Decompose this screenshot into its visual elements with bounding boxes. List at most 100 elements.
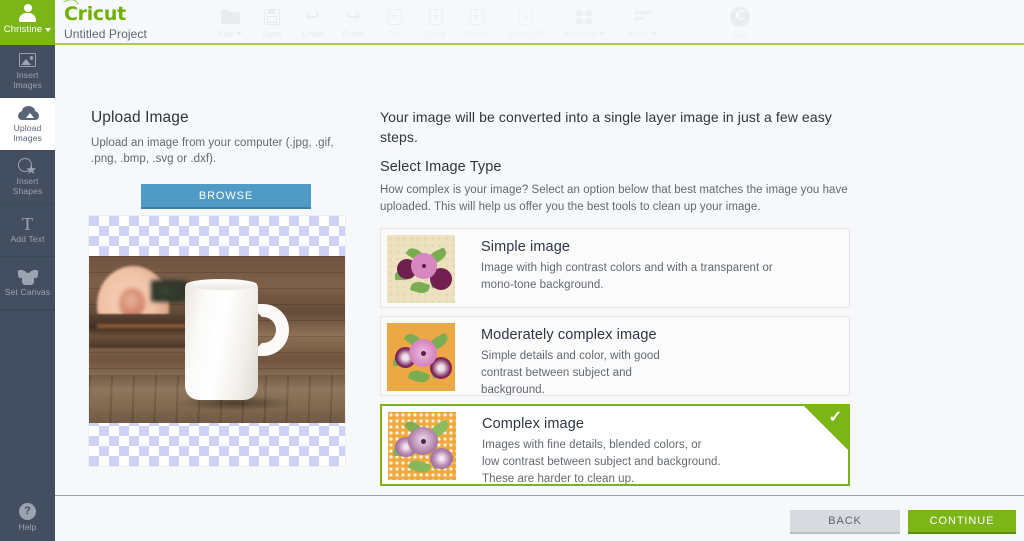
select-image-type-panel: Your image will be converted into a sing… <box>380 107 850 486</box>
option-description: Simple details and color, with good cont… <box>481 350 660 396</box>
t-shirt-icon <box>16 268 39 286</box>
top-header-bar: Cricut Untitled Project File Save ↩ Undo… <box>55 0 1024 45</box>
mug-body <box>185 279 258 400</box>
sidebar-item-label: Upload Images <box>13 123 42 143</box>
upload-image-panel: Upload Image Upload an image from your c… <box>91 109 361 209</box>
cut-document-icon: ★ <box>387 7 402 27</box>
sidebar-items: Insert Images Upload Images ★ Insert Sha… <box>0 45 55 493</box>
toolbar-label: Arrange <box>563 29 605 39</box>
insert-shapes-icon: ★ <box>18 157 38 176</box>
checkmark-icon: ✓ <box>828 322 841 339</box>
book-decoration <box>89 314 197 348</box>
toolbar-copy-button[interactable]: ★ Copy <box>415 0 456 45</box>
align-icon <box>633 7 651 27</box>
uploaded-photo <box>89 256 345 423</box>
toolbar-save-button[interactable]: Save <box>251 0 292 45</box>
thumbnail-complex-image <box>388 412 456 480</box>
project-title: Untitled Project <box>64 27 147 41</box>
thumbnail-moderately-complex-image <box>387 323 455 391</box>
toolbar-go-button[interactable]: C Go <box>711 0 769 45</box>
sidebar-spacer <box>0 310 55 493</box>
option-title: Simple image <box>481 239 571 255</box>
checkmark-icon: ✓ <box>828 409 842 426</box>
option-title: Moderately complex image <box>481 327 657 343</box>
toolbar-label: Paste <box>464 28 489 39</box>
insert-images-icon <box>18 51 38 69</box>
select-image-type-subtext: How complex is your image? Select an opt… <box>380 184 848 213</box>
toolbar-label: Align <box>627 29 657 39</box>
main-toolbar: File Save ↩ Undo ↪ Redo ★ Cut ★ Copy ★ P… <box>210 0 769 45</box>
toolbar-label: Redo <box>342 28 365 39</box>
toolbar-label: Cut <box>387 28 402 39</box>
select-image-type-heading: Select Image Type <box>380 159 502 175</box>
cricut-design-space-window: Christine Insert Images Upload Images ★ <box>0 0 1024 541</box>
sidebar-item-insert-shapes[interactable]: ★ Insert Shapes <box>0 151 55 204</box>
image-type-option-moderate[interactable]: Moderately complex image Simple details … <box>380 316 850 396</box>
copy-document-icon: ★ <box>428 7 443 27</box>
toolbar-redo-button[interactable]: ↪ Redo <box>333 0 374 45</box>
upload-panel-description: Upload an image from your computer (.jpg… <box>91 137 334 165</box>
sidebar-item-upload-images[interactable]: Upload Images <box>0 98 55 151</box>
sidebar-help-label: Help <box>18 521 37 532</box>
main-content: Upload Image Upload an image from your c… <box>55 47 1024 495</box>
image-type-option-complex[interactable]: Complex image Images with fine details, … <box>380 404 850 486</box>
sidebar-item-label: Set Canvas <box>4 287 51 298</box>
checkmark-icon: ✓ <box>828 234 841 251</box>
image-type-option-simple[interactable]: Simple image Image with high contrast co… <box>380 228 850 308</box>
toolbar-cut-button[interactable]: ★ Cut <box>374 0 415 45</box>
sidebar-item-insert-images[interactable]: Insert Images <box>0 45 55 98</box>
sidebar-item-add-text[interactable]: T Add Text <box>0 204 55 257</box>
floppy-disk-icon <box>263 7 280 27</box>
continue-button[interactable]: CONTINUE <box>908 510 1016 534</box>
option-description: Images with fine details, blended colors… <box>482 439 721 485</box>
sidebar-item-label: Insert Images <box>13 70 42 90</box>
paste-document-icon: ★ <box>469 7 484 27</box>
chevron-down-icon <box>236 32 243 35</box>
toolbar-undo-button[interactable]: ↩ Undo <box>292 0 333 45</box>
brand-block: Cricut Untitled Project <box>63 0 147 41</box>
left-sidebar: Christine Insert Images Upload Images ★ <box>0 0 55 541</box>
chevron-down-icon <box>598 32 605 35</box>
sidebar-item-label: Add Text <box>10 234 45 245</box>
sidebar-item-help[interactable]: ? Help <box>0 493 55 541</box>
option-description: Image with high contrast colors and with… <box>481 262 773 291</box>
chevron-down-icon <box>45 27 52 32</box>
upload-panel-title: Upload Image <box>91 109 189 126</box>
option-title: Complex image <box>482 416 585 432</box>
option-text: Moderately complex image Simple details … <box>481 323 681 396</box>
toolbar-file-button[interactable]: File <box>210 0 251 45</box>
cricut-go-icon: C <box>730 6 750 27</box>
select-all-icon: + <box>519 7 533 27</box>
user-avatar-icon <box>18 4 37 23</box>
toolbar-paste-button[interactable]: ★ Paste <box>456 0 497 45</box>
folder-icon <box>221 7 240 27</box>
text-T-icon: T <box>22 214 33 235</box>
browse-button[interactable]: BROWSE <box>141 184 311 209</box>
toolbar-select-all-button[interactable]: + Select All <box>497 0 555 45</box>
toolbar-label: Select All <box>506 28 546 39</box>
option-text: Simple image Image with high contrast co… <box>481 235 781 294</box>
thumbnail-simple-image <box>387 235 455 303</box>
question-mark-icon: ? <box>19 502 36 520</box>
cricut-logo: Cricut <box>63 0 126 24</box>
footer-bar: BACK CONTINUE <box>55 495 1024 541</box>
conversion-lead-text: Your image will be converted into a sing… <box>380 109 832 145</box>
sidebar-item-set-canvas[interactable]: Set Canvas <box>0 257 55 310</box>
undo-arrow-icon: ↩ <box>305 7 320 26</box>
user-name-text: Christine <box>3 24 43 35</box>
toolbar-label: Go <box>733 28 747 39</box>
toolbar-label: Undo <box>301 28 324 39</box>
toolbar-arrange-button[interactable]: Arrange <box>555 0 613 45</box>
redo-arrow-icon: ↪ <box>346 7 361 26</box>
image-type-options: Simple image Image with high contrast co… <box>380 228 850 486</box>
back-button[interactable]: BACK <box>790 510 900 534</box>
toolbar-align-button[interactable]: Align <box>613 0 671 45</box>
toolbar-label: Copy <box>424 28 447 39</box>
upload-cloud-icon <box>17 104 39 122</box>
user-name-label: Christine <box>3 24 52 35</box>
toolbar-label: Save <box>261 28 282 39</box>
sidebar-item-label: Insert Shapes <box>12 176 43 196</box>
image-preview[interactable] <box>88 215 346 467</box>
chevron-down-icon <box>650 32 657 35</box>
user-account-menu[interactable]: Christine <box>0 0 55 45</box>
